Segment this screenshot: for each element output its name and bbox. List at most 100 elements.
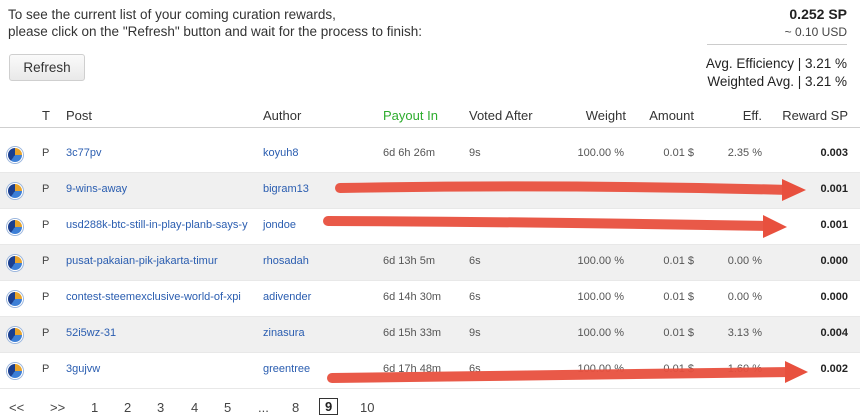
weight: 100.00 % xyxy=(577,291,624,303)
total-sp: 0.252 SP xyxy=(789,6,847,22)
pie-chart-icon xyxy=(7,363,23,379)
col-weight: Weight xyxy=(585,108,626,123)
table-row[interactable]: P 3c77pv koyuh8 6d 6h 26m 9s 100.00 % 0.… xyxy=(0,137,860,173)
post-link[interactable]: 9-wins-away xyxy=(66,183,255,195)
total-usd: ~ 0.10 USD xyxy=(784,25,847,39)
efficiency: 0.00 % xyxy=(727,255,762,267)
author-link[interactable]: zinasura xyxy=(263,327,305,339)
page-link-5[interactable]: 5 xyxy=(224,400,231,415)
amount: 0.01 $ xyxy=(663,147,694,159)
weight: 100.00 % xyxy=(577,255,624,267)
col-type: T xyxy=(42,108,50,123)
efficiency-panel: Avg. Efficiency | 3.21 % Weighted Avg. |… xyxy=(705,44,847,91)
weighted-avg: Weighted Avg. | 3.21 % xyxy=(707,74,847,89)
page-link-8[interactable]: 8 xyxy=(292,400,299,415)
table-row[interactable]: P 52i5wz-31 zinasura 6d 15h 33m 9s 100.0… xyxy=(0,317,860,353)
post-link[interactable]: 3gujvw xyxy=(66,363,255,375)
reward-sp: 0.001 xyxy=(820,219,848,231)
row-type: P xyxy=(42,219,50,231)
instructions-line-1: To see the current list of your coming c… xyxy=(8,7,336,22)
reward-sp: 0.004 xyxy=(820,327,848,339)
page-link-2[interactable]: 2 xyxy=(124,400,131,415)
pie-chart-icon xyxy=(7,327,23,343)
page-ellipsis: ... xyxy=(258,400,269,415)
post-link[interactable]: pusat-pakaian-pik-jakarta-timur xyxy=(66,255,255,267)
payout-in: 6d 14h 30m xyxy=(383,291,442,303)
pie-chart-icon xyxy=(7,147,23,163)
author-link[interactable]: rhosadah xyxy=(263,255,309,267)
col-amount: Amount xyxy=(649,108,694,123)
author-link[interactable]: adivender xyxy=(263,291,311,303)
voted-after: 9s xyxy=(469,147,481,159)
table-row[interactable]: P 9-wins-away bigram13 0.001 xyxy=(0,173,860,209)
col-voted-after: Voted After xyxy=(469,108,533,123)
payout-in: 6d 13h 5m xyxy=(383,255,435,267)
payout-in: 6d 15h 33m xyxy=(383,327,442,339)
efficiency: 3.13 % xyxy=(727,327,762,339)
weight: 100.00 % xyxy=(577,363,624,375)
page-link-10[interactable]: 10 xyxy=(360,400,374,415)
weight: 100.00 % xyxy=(577,327,624,339)
amount: 0.01 $ xyxy=(663,291,694,303)
row-type: P xyxy=(42,255,50,267)
voted-after: 6s xyxy=(469,291,481,303)
post-link[interactable]: 52i5wz-31 xyxy=(66,327,255,339)
col-payout-in[interactable]: Payout In xyxy=(383,108,438,123)
page-link-4[interactable]: 4 xyxy=(191,400,198,415)
row-type: P xyxy=(42,147,50,159)
table-row[interactable]: P usd288k-btc-still-in-play-planb-says-y… xyxy=(0,209,860,245)
pagination: << >> 1 2 3 4 5 ... 8 9 10 xyxy=(0,397,860,415)
row-type: P xyxy=(42,327,50,339)
totals-panel: 0.252 SP ~ 0.10 USD xyxy=(785,5,847,41)
voted-after: 6s xyxy=(469,363,481,375)
row-type: P xyxy=(42,363,50,375)
row-type: P xyxy=(42,183,50,195)
author-link[interactable]: jondoe xyxy=(263,219,296,231)
amount: 0.01 $ xyxy=(663,363,694,375)
payout-in: 6d 17h 48m xyxy=(383,363,442,375)
author-link[interactable]: koyuh8 xyxy=(263,147,298,159)
author-link[interactable]: bigram13 xyxy=(263,183,309,195)
col-eff: Eff. xyxy=(742,108,762,123)
page-link-9-current[interactable]: 9 xyxy=(319,398,339,415)
weight: 100.00 % xyxy=(577,147,624,159)
pie-chart-icon xyxy=(7,183,23,199)
efficiency: 0.00 % xyxy=(727,291,762,303)
payout-in: 6d 6h 26m xyxy=(383,147,435,159)
refresh-button[interactable]: Refresh xyxy=(9,54,85,81)
amount: 0.01 $ xyxy=(663,255,694,267)
pie-chart-icon xyxy=(7,219,23,235)
divider xyxy=(707,44,847,45)
row-type: P xyxy=(42,291,50,303)
col-reward-sp: Reward SP xyxy=(782,108,848,123)
col-author: Author xyxy=(263,108,302,123)
instructions-text: To see the current list of your coming c… xyxy=(8,6,422,40)
table-row[interactable]: P 3gujvw greentree 6d 17h 48m 6s 100.00 … xyxy=(0,353,860,389)
table-row[interactable]: P contest-steemexclusive-world-of-xpi ad… xyxy=(0,281,860,317)
page-link-1[interactable]: 1 xyxy=(91,400,98,415)
avg-efficiency: Avg. Efficiency | 3.21 % xyxy=(705,56,847,71)
instructions-line-2: please click on the "Refresh" button and… xyxy=(8,24,423,39)
pie-chart-icon xyxy=(7,291,23,307)
page-link-3[interactable]: 3 xyxy=(157,400,164,415)
efficiency: 2.35 % xyxy=(727,147,762,159)
author-link[interactable]: greentree xyxy=(263,363,310,375)
amount: 0.01 $ xyxy=(663,327,694,339)
col-post: Post xyxy=(66,108,93,123)
reward-sp: 0.002 xyxy=(820,363,848,375)
reward-sp: 0.003 xyxy=(820,147,848,159)
reward-sp: 0.000 xyxy=(820,255,848,267)
first-page-link[interactable]: << xyxy=(9,400,24,415)
table-header: T Post Author Payout In Voted After Weig… xyxy=(0,103,860,128)
post-link[interactable]: 3c77pv xyxy=(66,147,255,159)
voted-after: 6s xyxy=(469,255,481,267)
last-page-link[interactable]: >> xyxy=(50,400,65,415)
post-link[interactable]: usd288k-btc-still-in-play-planb-says-y xyxy=(66,219,257,231)
table-row[interactable]: P pusat-pakaian-pik-jakarta-timur rhosad… xyxy=(0,245,860,281)
voted-after: 9s xyxy=(469,327,481,339)
post-link[interactable]: contest-steemexclusive-world-of-xpi xyxy=(66,291,255,303)
reward-sp: 0.001 xyxy=(820,183,848,195)
pie-chart-icon xyxy=(7,255,23,271)
efficiency: 1.60 % xyxy=(727,363,762,375)
reward-sp: 0.000 xyxy=(820,291,848,303)
